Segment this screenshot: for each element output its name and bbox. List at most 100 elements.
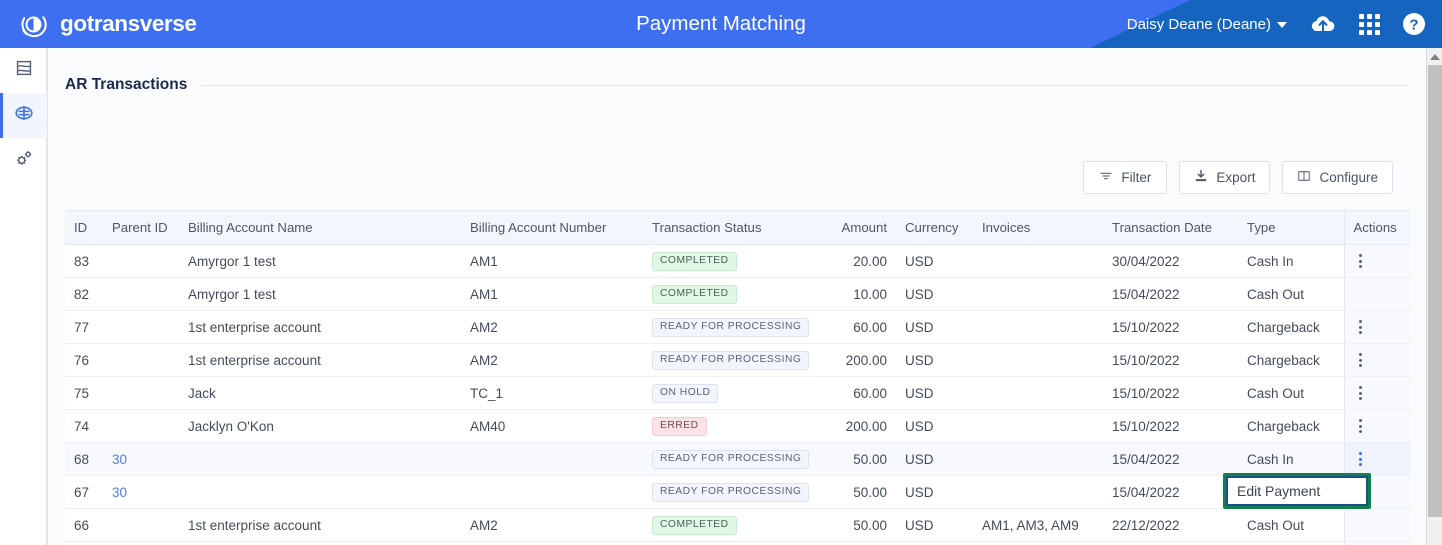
row-actions-menu-icon[interactable] <box>1354 353 1368 367</box>
cell-parent-id <box>103 376 179 410</box>
table-row[interactable]: 64 1st enterprise accountAM2COMPLETED50.0… <box>65 541 1410 545</box>
row-actions-menu-icon[interactable] <box>1354 419 1368 433</box>
filter-button-label: Filter <box>1121 170 1152 185</box>
column-header-invoices[interactable]: Invoices <box>973 210 1103 245</box>
table-row[interactable]: 68 30 READY FOR PROCESSING 50.00 USD 15/04/20… <box>65 442 1410 476</box>
parent-id-link[interactable]: 30 <box>112 485 127 500</box>
table-row[interactable]: 66 1st enterprise account AM2 COMPLETED 50.0… <box>65 508 1410 542</box>
cell-parent-id <box>103 310 179 344</box>
apps-grid-icon[interactable] <box>1359 13 1380 35</box>
billing-layers-icon <box>13 57 35 84</box>
table-row[interactable]: 76 1st enterprise account AM2 READY FOR PRO… <box>65 343 1410 377</box>
cell-currency: USD <box>896 508 973 542</box>
cell-amount: 60.00 <box>828 310 896 344</box>
cell-amount: 50.00 <box>828 442 896 476</box>
cell-actions <box>1343 541 1410 545</box>
app-header: gotransverse Payment Matching Daisy Dean… <box>0 0 1442 48</box>
user-menu[interactable]: Daisy Deane (Deane) <box>1127 16 1287 33</box>
cell-currency: USD <box>896 277 973 311</box>
column-header-transaction-status[interactable]: Transaction Status <box>643 210 828 245</box>
column-header-parent-id[interactable]: Parent ID <box>103 210 179 245</box>
table-row[interactable]: 82 Amyrgor 1 test AM1 COMPLETED 10.00 USD 15/0… <box>65 277 1410 311</box>
scroll-up-arrow-icon[interactable] <box>1427 48 1442 65</box>
cell-transaction-date: 15/04/2022 <box>1103 442 1238 476</box>
row-actions-menu-icon[interactable] <box>1354 386 1368 400</box>
status-badge: READY FOR PROCESSING <box>652 450 810 469</box>
status-badge: READY FOR PROCESSING <box>652 351 810 370</box>
cell-id: 66 <box>65 508 103 542</box>
cell-billing-account-name: 1st enterprise account <box>179 310 461 344</box>
header-actions: Daisy Deane (Deane) ? <box>1127 0 1426 48</box>
cell-actions <box>1343 244 1410 278</box>
cell-id: 68 <box>65 442 103 476</box>
cell-actions <box>1343 310 1410 344</box>
table-toolbar: Filter Export Configure <box>1083 161 1393 194</box>
column-header-billing-account-number[interactable]: Billing Account Number <box>461 210 643 245</box>
column-header-currency[interactable]: Currency <box>896 210 973 245</box>
cell-type: Cash Out <box>1238 508 1344 542</box>
gotransverse-circle-logo-icon <box>18 9 49 40</box>
cell-amount: 50.00 <box>828 541 896 545</box>
column-header-transaction-date[interactable]: Transaction Date <box>1103 210 1238 245</box>
table-row[interactable]: 74 Jacklyn O'Kon AM40 ERRED 200.00 USD 15/10/2… <box>65 409 1410 443</box>
cell-transaction-status: COMPLETED <box>643 244 828 278</box>
column-header-amount[interactable]: Amount <box>828 210 896 245</box>
parent-id-link[interactable]: 30 <box>112 452 127 467</box>
status-badge: COMPLETED <box>652 516 737 535</box>
cell-transaction-status: COMPLETED <box>643 541 828 545</box>
cell-billing-account-name: 1st enterprise account <box>179 541 461 545</box>
filter-button[interactable]: Filter <box>1083 161 1168 194</box>
section-title-row: AR Transactions <box>65 76 1408 94</box>
status-badge: ERRED <box>652 417 707 436</box>
column-header-id[interactable]: ID <box>65 210 103 245</box>
table-row[interactable]: 75 Jack TC_1 ON HOLD 60.00 USD 15/10/2022 Cash … <box>65 376 1410 410</box>
cell-invoices <box>973 244 1103 278</box>
edit-payment-menu-item[interactable]: Edit Payment <box>1226 476 1368 506</box>
cell-transaction-date: 15/04/2022 <box>1103 277 1238 311</box>
table-body: 83 Amyrgor 1 test AM1 COMPLETED 20.00 USD 30/0… <box>65 244 1410 545</box>
cell-parent-id: 30 <box>103 475 179 509</box>
cell-transaction-date: 15/10/2022 <box>1103 376 1238 410</box>
vertical-scrollbar[interactable] <box>1426 48 1442 545</box>
cell-type: Chargeback <box>1238 343 1344 377</box>
table-row[interactable]: 83 Amyrgor 1 test AM1 COMPLETED 20.00 USD 30/0… <box>65 244 1410 278</box>
cell-type: Cash Out <box>1238 277 1344 311</box>
cell-parent-id <box>103 244 179 278</box>
cell-billing-account-name: 1st enterprise account <box>179 343 461 377</box>
cell-currency: USD <box>896 343 973 377</box>
row-actions-menu-icon[interactable] <box>1354 254 1368 268</box>
table-row[interactable]: 67 30 READY FOR PROCESSING 50.00 USD 15/04/20… <box>65 475 1410 509</box>
cell-invoices <box>973 343 1103 377</box>
cell-invoices <box>973 277 1103 311</box>
cell-transaction-status: COMPLETED <box>643 277 828 311</box>
export-button[interactable]: Export <box>1179 161 1271 194</box>
settings-gears-icon <box>13 147 35 174</box>
cell-type: Cash In <box>1238 244 1344 278</box>
row-actions-menu-icon[interactable] <box>1354 452 1368 466</box>
cell-amount: 200.00 <box>828 343 896 377</box>
column-header-billing-account-name[interactable]: Billing Account Name <box>179 210 461 245</box>
configure-button[interactable]: Configure <box>1282 161 1393 194</box>
configure-button-label: Configure <box>1319 170 1378 185</box>
column-header-type[interactable]: Type <box>1238 210 1344 245</box>
status-badge: COMPLETED <box>652 285 737 304</box>
sidebar-item-settings[interactable] <box>0 138 47 183</box>
cell-billing-account-number: AM1 <box>461 277 643 311</box>
cloud-upload-icon[interactable] <box>1309 13 1337 35</box>
sidebar-item-billing[interactable] <box>0 48 47 93</box>
table-row[interactable]: 77 1st enterprise account AM2 READY FOR PRO… <box>65 310 1410 344</box>
help-circle-icon[interactable]: ? <box>1402 12 1426 36</box>
cell-id: 83 <box>65 244 103 278</box>
cell-transaction-date: 15/04/2022 <box>1103 475 1238 509</box>
ar-transactions-table: ID Parent ID Billing Account Name Billin… <box>65 210 1410 545</box>
row-actions-menu-icon[interactable] <box>1354 320 1368 334</box>
section-title: AR Transactions <box>65 76 188 93</box>
cell-currency: USD <box>896 475 973 509</box>
sidebar-item-payments[interactable] <box>0 93 47 138</box>
scrollbar-thumb[interactable] <box>1428 65 1442 517</box>
cell-billing-account-number <box>461 442 643 476</box>
cell-invoices <box>973 442 1103 476</box>
cell-billing-account-number: AM2 <box>461 310 643 344</box>
cell-amount: 20.00 <box>828 244 896 278</box>
brand[interactable]: gotransverse <box>18 0 197 48</box>
